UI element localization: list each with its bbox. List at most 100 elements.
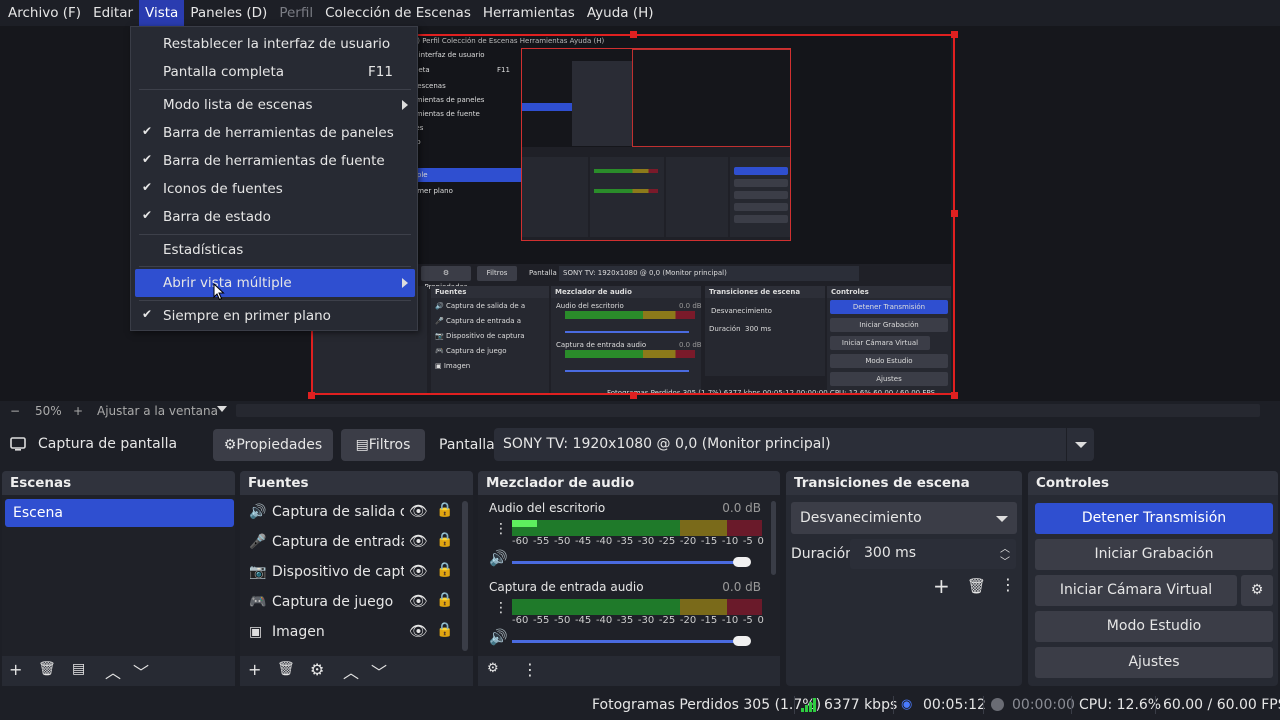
scene-item[interactable]: Escena xyxy=(5,499,234,527)
zoom-dropdown-icon[interactable] xyxy=(217,406,227,412)
eye-icon[interactable]: 👁 xyxy=(409,502,428,520)
volume-slider[interactable] xyxy=(512,640,742,643)
eye-icon[interactable]: 👁 xyxy=(409,592,428,610)
trash-icon[interactable]: 🗑 xyxy=(277,661,295,677)
mixer-title: Mezclador de audio xyxy=(478,471,780,495)
source-row[interactable]: 🎮 Captura de juego 👁 🔒 xyxy=(243,588,463,618)
zoom-out-button[interactable]: − xyxy=(10,404,20,418)
mouse-cursor-icon xyxy=(213,283,225,301)
menu-editar[interactable]: Editar xyxy=(87,0,139,26)
display-select-value: SONY TV: 1920x1080 @ 0,0 (Monitor princi… xyxy=(503,436,831,452)
menu-item-source-icons[interactable]: ✔ Iconos de fuentes xyxy=(135,175,415,203)
volume-knob[interactable] xyxy=(733,636,751,646)
scale-tick: -25 xyxy=(658,615,676,626)
properties-label: Propiedades xyxy=(236,437,323,453)
resize-handle-t[interactable] xyxy=(630,31,637,38)
menu-item-status-bar[interactable]: ✔ Barra de estado xyxy=(135,203,415,231)
source-row[interactable]: 🔊 Captura de salida de audio 👁 🔒 xyxy=(243,498,463,528)
start-virtual-cam-button[interactable]: Iniciar Cámara Virtual xyxy=(1035,575,1237,606)
studio-mode-button[interactable]: Modo Estudio xyxy=(1035,611,1273,642)
mixer-scrollbar[interactable] xyxy=(771,501,776,575)
lock-icon[interactable]: 🔒 xyxy=(436,532,453,548)
menu-item-multiview[interactable]: Abrir vista múltiple xyxy=(135,269,415,297)
kebab-menu-icon[interactable]: ⋮ xyxy=(1000,575,1016,594)
menu-separator xyxy=(139,89,411,90)
menu-paneles[interactable]: Paneles (D) xyxy=(184,0,273,26)
menu-coleccion-escenas[interactable]: Colección de Escenas xyxy=(319,0,477,26)
scale-tick: -10 xyxy=(721,615,739,626)
resize-handle-tr[interactable] xyxy=(951,31,958,38)
camera-icon: 📷 xyxy=(249,564,267,580)
horizontal-scrollbar[interactable] xyxy=(236,404,1260,417)
duration-spinbox[interactable]: 300 ms ︿ ﹀ xyxy=(850,539,1016,569)
lock-icon[interactable]: 🔒 xyxy=(436,502,453,518)
channel-name: Audio del escritorio xyxy=(489,501,606,515)
eye-icon[interactable]: 👁 xyxy=(409,562,428,580)
kebab-menu-icon[interactable]: ⋮ xyxy=(494,521,508,537)
channel-name: Captura de entrada audio xyxy=(489,580,644,594)
properties-button[interactable]: ⚙Propiedades xyxy=(213,429,333,461)
chevron-down-icon[interactable]: ﹀ xyxy=(371,659,387,683)
display-select[interactable]: SONY TV: 1920x1080 @ 0,0 (Monitor princi… xyxy=(494,428,1094,461)
gear-icon[interactable]: ⚙ xyxy=(487,661,499,676)
add-icon[interactable]: + xyxy=(933,574,950,598)
resize-handle-bl[interactable] xyxy=(308,392,315,399)
resize-handle-br[interactable] xyxy=(951,392,958,399)
vista-menu-dropdown: Restablecer la interfaz de usuario Panta… xyxy=(130,26,418,331)
source-row[interactable]: ▣ Imagen 👁 🔒 xyxy=(243,618,463,648)
settings-button[interactable]: Ajustes xyxy=(1035,647,1273,678)
record-icon xyxy=(991,698,1004,711)
speaker-icon[interactable]: 🔊 xyxy=(489,549,508,567)
status-bar: Fotogramas Perdidos 305 (1.7%) 6377 kbps… xyxy=(0,690,1280,720)
eye-icon[interactable]: 👁 xyxy=(409,622,428,640)
kebab-menu-icon[interactable]: ⋮ xyxy=(494,600,508,616)
resize-handle-b[interactable] xyxy=(630,392,637,399)
chevron-down-icon[interactable]: ﹀ xyxy=(1000,553,1010,568)
lock-icon[interactable]: 🔒 xyxy=(436,592,453,608)
check-icon: ✔ xyxy=(142,152,153,166)
menu-item-dock-toolbars[interactable]: ✔ Barra de herramientas de paneles xyxy=(135,119,415,147)
add-icon[interactable]: + xyxy=(9,660,22,679)
menu-herramientas[interactable]: Herramientas xyxy=(477,0,581,26)
menu-item-stats[interactable]: Estadísticas xyxy=(135,236,415,264)
chevron-up-icon[interactable]: ︿ xyxy=(343,659,359,683)
menu-archivo[interactable]: Archivo (F) xyxy=(2,0,87,26)
menu-item-source-toolbar[interactable]: ✔ Barra de herramientas de fuente xyxy=(135,147,415,175)
speaker-icon[interactable]: 🔊 xyxy=(489,628,508,646)
resize-handle-r[interactable] xyxy=(951,210,958,217)
chevron-down-icon[interactable]: ﹀ xyxy=(133,659,149,683)
volume-knob[interactable] xyxy=(733,557,751,567)
kebab-menu-icon[interactable]: ⋮ xyxy=(522,660,538,679)
gear-icon[interactable]: ⚙ xyxy=(310,660,324,679)
menu-ayuda[interactable]: Ayuda (H) xyxy=(581,0,660,26)
menu-item-fullscreen[interactable]: Pantalla completa F11 xyxy=(135,58,415,86)
virtual-cam-settings-button[interactable]: ⚙ xyxy=(1241,575,1273,606)
menu-vista[interactable]: Vista xyxy=(139,0,185,26)
meter-scale: -60 -55 -50 -45 -40 -35 -30 -25 -20 -15 -10 -5 0 xyxy=(512,536,764,547)
trash-icon[interactable]: 🗑 xyxy=(967,577,986,595)
menu-item-label: Estadísticas xyxy=(163,242,244,258)
menu-item-reset-ui[interactable]: Restablecer la interfaz de usuario xyxy=(135,30,415,58)
transition-select[interactable]: Desvanecimiento xyxy=(791,502,1017,534)
eye-icon[interactable]: 👁 xyxy=(409,532,428,550)
trash-icon[interactable]: 🗑 xyxy=(38,661,56,677)
lock-icon[interactable]: 🔒 xyxy=(436,622,453,638)
filters-button[interactable]: ▤Filtros xyxy=(341,429,425,461)
chevron-up-icon[interactable]: ︿ xyxy=(105,659,121,683)
nested-mixer-panel: Mezclador de audio Audio del escritorio … xyxy=(551,286,702,394)
source-row[interactable]: 📷 Dispositivo de captura 👁 🔒 xyxy=(243,558,463,588)
scale-tick: -40 xyxy=(595,536,613,547)
menu-perfil[interactable]: Perfil xyxy=(273,0,319,26)
zoom-fit-button[interactable]: Ajustar a la ventana xyxy=(97,404,218,418)
zoom-in-button[interactable]: + xyxy=(73,404,83,418)
menu-item-always-on-top[interactable]: ✔ Siempre en primer plano xyxy=(135,302,415,330)
volume-slider[interactable] xyxy=(512,561,742,564)
lock-icon[interactable]: 🔒 xyxy=(436,562,453,578)
source-row[interactable]: 🎤 Captura de entrada audio 👁 🔒 xyxy=(243,528,463,558)
gear-icon: ⚙ xyxy=(223,437,237,453)
add-icon[interactable]: + xyxy=(248,660,261,679)
filter-icon[interactable]: ▤ xyxy=(72,661,85,677)
menu-item-scene-list-mode[interactable]: Modo lista de escenas xyxy=(135,91,415,119)
start-recording-button[interactable]: Iniciar Grabación xyxy=(1035,539,1273,570)
stop-stream-button[interactable]: Detener Transmisión xyxy=(1035,503,1273,534)
